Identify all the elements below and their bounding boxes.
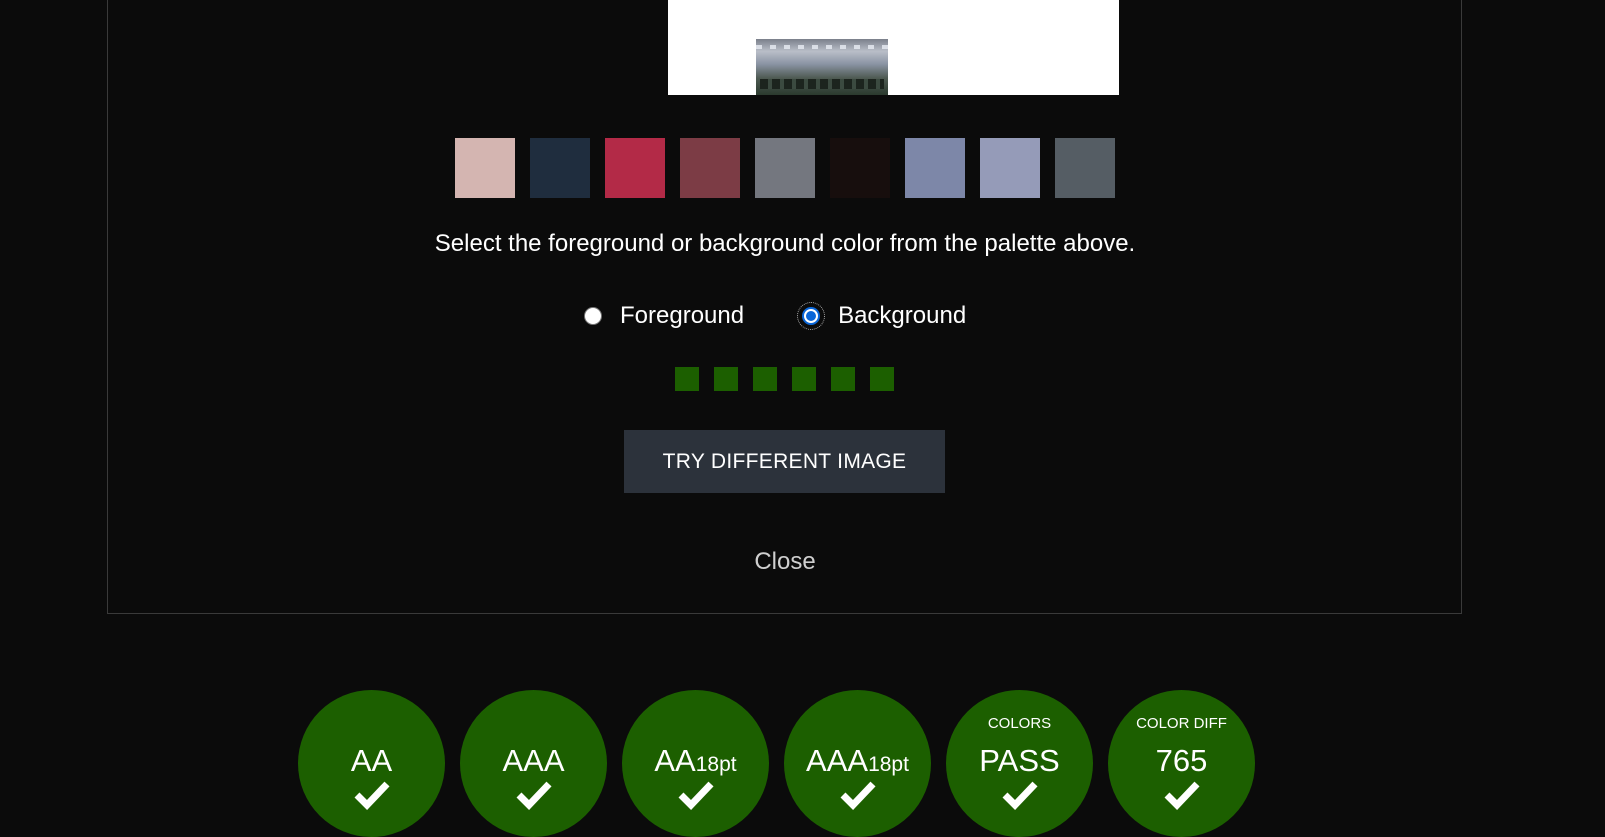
color-palette (455, 138, 1115, 198)
checkmark-icon (516, 781, 552, 810)
color-target-radio-group: Foreground Background (584, 302, 966, 330)
palette-swatch[interactable] (530, 138, 590, 198)
background-radio-option[interactable]: Background (797, 302, 967, 330)
progress-dots (675, 367, 894, 391)
try-different-image-button[interactable]: TRY DIFFERENT IMAGE (624, 430, 945, 493)
palette-swatch[interactable] (905, 138, 965, 198)
result-main-label: 765 (1155, 743, 1208, 778)
palette-swatch[interactable] (830, 138, 890, 198)
thumbnail-floor-detail (760, 79, 884, 89)
result-color-diff: COLOR DIFF 765 (1108, 690, 1255, 837)
result-main-label: AA (350, 743, 393, 778)
palette-swatch[interactable] (1055, 138, 1115, 198)
result-aaa: AAA (460, 690, 607, 837)
palette-swatch[interactable] (755, 138, 815, 198)
progress-dot (831, 367, 855, 391)
image-thumbnail (756, 39, 888, 95)
palette-swatch[interactable] (680, 138, 740, 198)
result-main-label: AAA18pt (806, 743, 909, 778)
result-aa-18pt: AA18pt (622, 690, 769, 837)
result-aa: AA (298, 690, 445, 837)
result-main-label: AA18pt (654, 743, 737, 778)
palette-swatch[interactable] (455, 138, 515, 198)
foreground-radio-label: Foreground (620, 302, 745, 329)
result-aaa-18pt: AAA18pt (784, 690, 931, 837)
contrast-results: AA AAA AA18pt AAA18pt COLORS PASS COLOR … (298, 690, 1255, 837)
uploaded-image-preview (668, 0, 1119, 95)
progress-dot (753, 367, 777, 391)
close-link[interactable]: Close (0, 548, 1570, 576)
checkmark-icon (354, 781, 390, 810)
result-top-label: COLORS (987, 715, 1052, 732)
result-main-label: AAA (502, 743, 565, 778)
thumbnail-lights-detail (756, 45, 888, 49)
result-colors: COLORS PASS (946, 690, 1093, 837)
result-top-label: COLOR DIFF (1136, 715, 1227, 732)
background-radio[interactable] (797, 302, 826, 330)
foreground-radio[interactable] (584, 307, 602, 325)
palette-swatch[interactable] (980, 138, 1040, 198)
checkmark-icon (1002, 781, 1038, 810)
background-radio-label: Background (838, 302, 967, 329)
palette-instruction: Select the foreground or background colo… (434, 230, 1136, 257)
progress-dot (714, 367, 738, 391)
progress-dot (792, 367, 816, 391)
checkmark-icon (678, 781, 714, 810)
palette-swatch[interactable] (605, 138, 665, 198)
checkmark-icon (1164, 781, 1200, 810)
checkmark-icon (840, 781, 876, 810)
foreground-radio-option[interactable]: Foreground (584, 302, 744, 330)
result-main-label: PASS (979, 743, 1060, 778)
progress-dot (675, 367, 699, 391)
progress-dot (870, 367, 894, 391)
